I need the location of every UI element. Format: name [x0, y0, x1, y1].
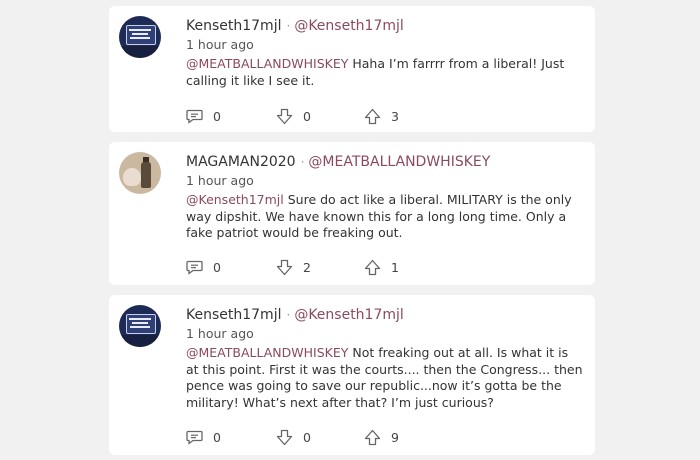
downvote-button[interactable]: 0 [276, 427, 311, 447]
separator: · [286, 308, 291, 322]
comment-body: @MEATBALLANDWHISKEY Haha I’m farrrr from… [186, 56, 584, 89]
username[interactable]: MAGAMAN2020 [186, 154, 296, 170]
downvote-button[interactable]: 0 [276, 106, 311, 126]
comment-card: MAGAMAN2020 · @MEATBALLANDWHISKEY 1 hour a… [109, 142, 595, 285]
downvote-count: 2 [303, 259, 311, 275]
comment-body: @Kenseth17mjl Sure do act like a liberal… [186, 192, 584, 242]
speech-bubble-icon [186, 108, 203, 124]
upvote-button[interactable]: 9 [364, 427, 399, 447]
upvote-button[interactable]: 1 [364, 257, 399, 277]
reply-to-handle[interactable]: @Kenseth17mjl [294, 307, 403, 323]
comment-header: Kenseth17mjl · @Kenseth17mjl [186, 305, 404, 325]
down-arrow-icon [276, 259, 293, 276]
comment-card: Kenseth17mjl · @Kenseth17mjl 1 hour ago @M… [109, 295, 595, 455]
reply-button[interactable]: 0 [186, 106, 221, 126]
timestamp: 1 hour ago [186, 326, 254, 341]
reply-to-handle[interactable]: @Kenseth17mjl [294, 18, 403, 34]
upvote-button[interactable]: 3 [364, 106, 399, 126]
up-arrow-icon [364, 429, 381, 446]
upvote-count: 1 [391, 259, 399, 275]
downvote-count: 0 [303, 108, 311, 124]
avatar[interactable] [119, 305, 161, 347]
downvote-button[interactable]: 2 [276, 257, 311, 277]
comment-actions: 0 2 1 [186, 257, 446, 277]
up-arrow-icon [364, 259, 381, 276]
mention-link[interactable]: @Kenseth17mjl [186, 192, 284, 207]
comment-body: @MEATBALLANDWHISKEY Not freaking out at … [186, 345, 584, 411]
separator: · [286, 19, 291, 33]
comment-header: MAGAMAN2020 · @MEATBALLANDWHISKEY [186, 152, 490, 172]
up-arrow-icon [364, 108, 381, 125]
reply-count: 0 [213, 108, 221, 124]
mention-link[interactable]: @MEATBALLANDWHISKEY [186, 345, 348, 360]
reply-to-handle[interactable]: @MEATBALLANDWHISKEY [308, 154, 490, 170]
comment-header: Kenseth17mjl · @Kenseth17mjl [186, 16, 404, 36]
speech-bubble-icon [186, 259, 203, 275]
timestamp: 1 hour ago [186, 173, 254, 188]
avatar[interactable] [119, 16, 161, 58]
downvote-count: 0 [303, 429, 311, 445]
separator: · [300, 155, 305, 169]
reply-count: 0 [213, 429, 221, 445]
reply-count: 0 [213, 259, 221, 275]
username[interactable]: Kenseth17mjl [186, 18, 281, 34]
down-arrow-icon [276, 429, 293, 446]
comment-actions: 0 0 3 [186, 106, 446, 126]
reply-button[interactable]: 0 [186, 257, 221, 277]
avatar[interactable] [119, 152, 161, 194]
upvote-count: 3 [391, 108, 399, 124]
comment-actions: 0 0 9 [186, 427, 446, 447]
speech-bubble-icon [186, 429, 203, 445]
timestamp: 1 hour ago [186, 37, 254, 52]
reply-button[interactable]: 0 [186, 427, 221, 447]
upvote-count: 9 [391, 429, 399, 445]
username[interactable]: Kenseth17mjl [186, 307, 281, 323]
down-arrow-icon [276, 108, 293, 125]
comment-card: Kenseth17mjl · @Kenseth17mjl 1 hour ago @M… [109, 6, 595, 132]
mention-link[interactable]: @MEATBALLANDWHISKEY [186, 56, 348, 71]
